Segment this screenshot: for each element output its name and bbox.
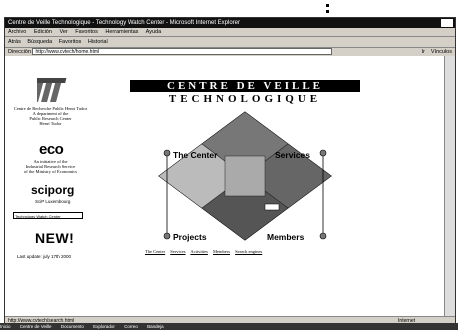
- back-button[interactable]: Atrás: [8, 39, 21, 45]
- diamond-graphic: [158, 111, 332, 241]
- task-browser[interactable]: Centre de Veille: [20, 324, 52, 329]
- header-line2: TECHNOLOGIQUE: [168, 93, 322, 105]
- header-line1: CENTRE DE VEILLE: [130, 80, 360, 92]
- address-input[interactable]: http://www.cvtech/home.html: [32, 48, 333, 56]
- menu-edit[interactable]: Edición: [34, 29, 52, 35]
- link-services[interactable]: Services: [170, 249, 185, 254]
- toolbar: Atrás Búsqueda Favoritos Historial: [5, 36, 455, 47]
- nav-projects[interactable]: Projects: [173, 232, 207, 242]
- title-bar: Centre de Veille Technologique - Technol…: [5, 18, 455, 28]
- window-title: Centre de Veille Technologique - Technol…: [8, 20, 241, 26]
- menu-help[interactable]: Ayuda: [146, 29, 162, 35]
- browser-window: Centre de Veille Technologique - Technol…: [4, 17, 456, 325]
- vertical-scrollbar[interactable]: [444, 56, 455, 318]
- link-search-engines[interactable]: Search engines: [235, 249, 262, 254]
- new-badge[interactable]: NEW!: [35, 230, 74, 246]
- menu-file[interactable]: Archivo: [8, 29, 26, 35]
- link-the-center[interactable]: The Center: [145, 249, 165, 254]
- center-tudor: Henri Tudor: [39, 121, 62, 126]
- history-button[interactable]: Historial: [88, 39, 108, 45]
- link-members[interactable]: Members: [213, 249, 230, 254]
- window-controls[interactable]: [441, 19, 453, 27]
- menu-bar: Archivo Edición Ver Favoritos Herramient…: [5, 28, 455, 36]
- menu-view[interactable]: Ver: [59, 29, 67, 35]
- nav-the-center[interactable]: The Center: [173, 150, 217, 160]
- menu-tools[interactable]: Herramientas: [105, 29, 138, 35]
- nav-services[interactable]: Services: [275, 150, 310, 160]
- system-tray: Bandeja: [147, 324, 164, 329]
- start-button[interactable]: Inicio: [0, 324, 11, 329]
- bottom-nav: The Center Services Activities Members S…: [145, 249, 266, 254]
- page-content: Centre de Recherche Public Henri Tudor A…: [5, 56, 445, 318]
- address-label: Dirección: [8, 49, 31, 55]
- marker-dot: [326, 4, 329, 7]
- menu-favorites[interactable]: Favoritos: [75, 29, 98, 35]
- task-document[interactable]: Documento: [61, 324, 84, 329]
- tudor-logo: [37, 78, 67, 102]
- task-mail[interactable]: Correo: [124, 324, 138, 329]
- favorites-button[interactable]: Favoritos: [59, 39, 82, 45]
- search-input[interactable]: Technology Watch Center: [13, 212, 83, 219]
- search-button[interactable]: Búsqueda: [27, 39, 52, 45]
- eco-ministry: of the Ministry of Economics: [24, 169, 77, 174]
- link-activities[interactable]: Activities: [190, 249, 208, 254]
- nav-members[interactable]: Members: [267, 232, 304, 242]
- eco-logo: eco: [39, 141, 64, 158]
- taskbar: Inicio Centre de Veille Documento Explor…: [0, 323, 458, 330]
- sciporg-logo[interactable]: sciporg: [31, 183, 74, 197]
- task-explorer[interactable]: Explorador: [93, 324, 115, 329]
- last-update: Last update: july 17th 2000: [17, 254, 72, 259]
- marker-dot: [326, 10, 329, 13]
- sciporg-subtitle: SciP Luxembourg: [35, 199, 71, 204]
